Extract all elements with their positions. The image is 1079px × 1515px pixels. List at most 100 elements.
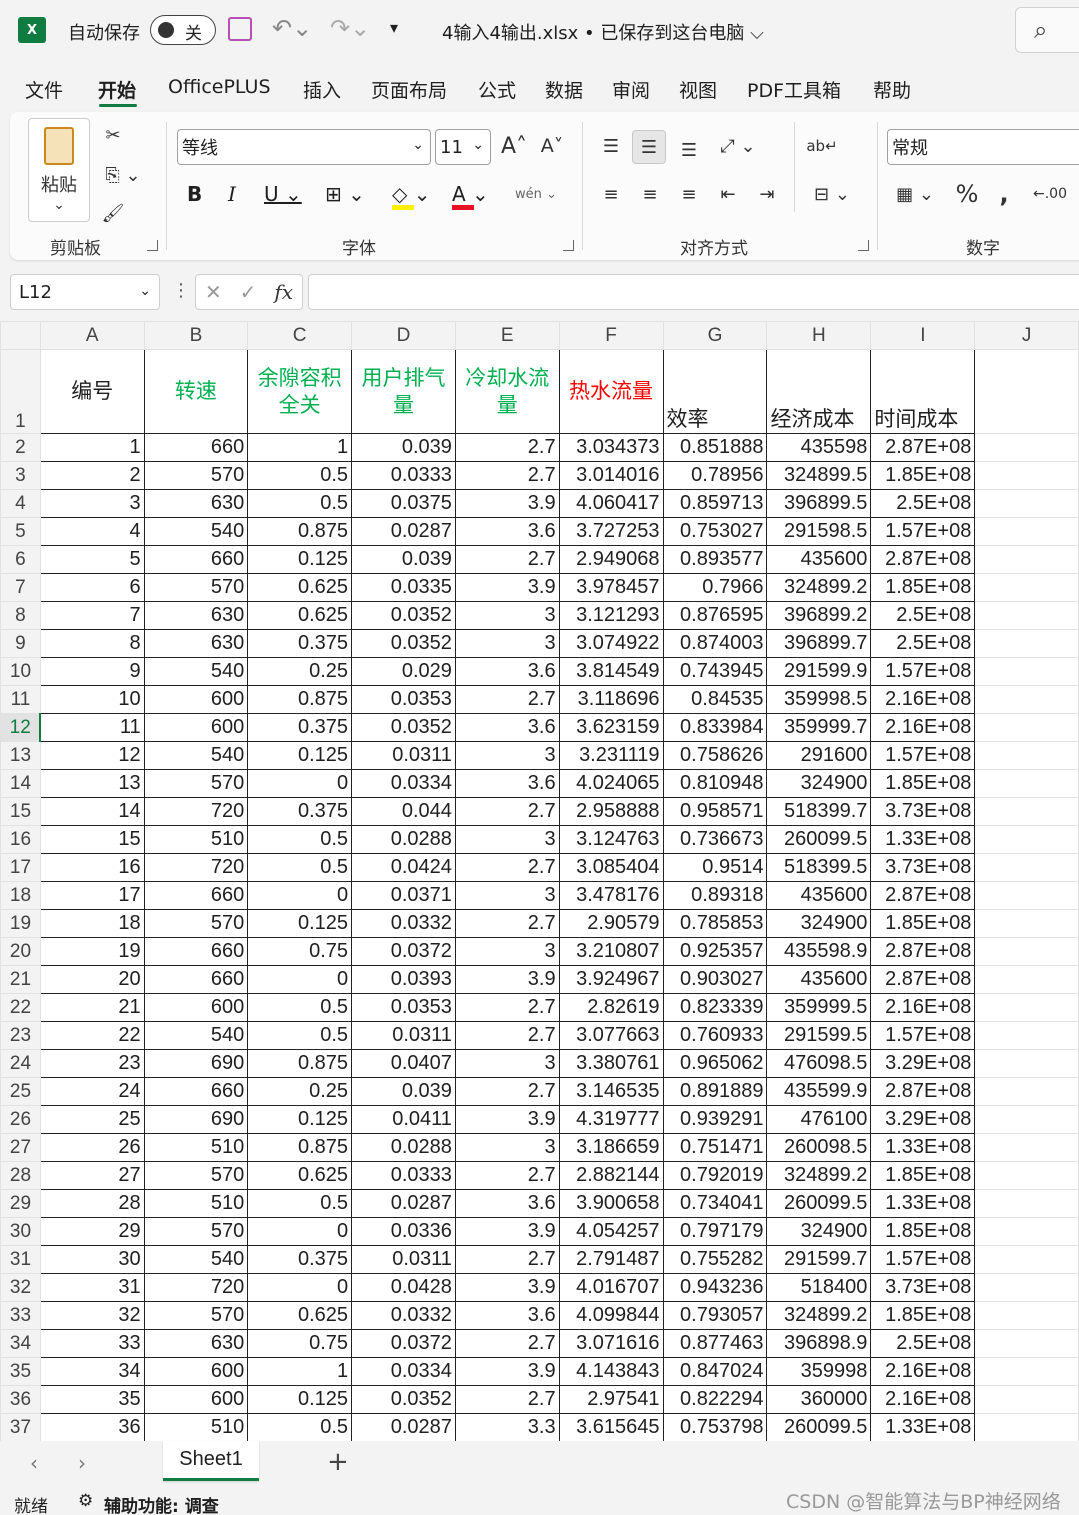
cell[interactable]: 0 (247, 1273, 353, 1302)
cell[interactable]: 291598.5 (766, 517, 872, 546)
cell[interactable]: 360000 (766, 1385, 872, 1414)
cell[interactable]: 396899.2 (766, 601, 872, 630)
cell[interactable]: 2.16E+08 (870, 1357, 976, 1386)
cell[interactable]: 600 (143, 713, 249, 742)
cell[interactable]: 20 (39, 965, 145, 994)
cell[interactable]: 0.0352 (351, 629, 456, 658)
orientation-icon[interactable]: ⤢ ⌄ (713, 130, 763, 162)
cell[interactable]: 2.7 (454, 909, 560, 938)
row-header[interactable]: 17 (0, 853, 41, 882)
cell[interactable]: 2.7 (454, 993, 560, 1022)
cell[interactable] (974, 657, 1079, 686)
cell[interactable]: 1.33E+08 (870, 1413, 976, 1441)
cell[interactable]: 570 (143, 1161, 249, 1190)
cell[interactable]: 476098.5 (766, 1049, 872, 1078)
row-header[interactable]: 27 (0, 1133, 41, 1162)
cell[interactable]: 26 (39, 1133, 145, 1162)
cell[interactable]: 4.319777 (558, 1105, 664, 1134)
cell[interactable]: 3.6 (454, 1189, 560, 1218)
cell[interactable]: 0.0287 (351, 517, 456, 546)
accessibility-status[interactable]: 辅助功能: 调查 (104, 1492, 219, 1515)
cell[interactable]: 3.814549 (558, 657, 664, 686)
accessibility-icon[interactable]: ⚙ (78, 1491, 93, 1511)
cell[interactable]: 0.7966 (662, 573, 768, 602)
row-header[interactable]: 18 (0, 881, 41, 910)
cell[interactable]: 0.029 (351, 657, 456, 686)
cell[interactable]: 3.978457 (558, 573, 664, 602)
cell[interactable] (974, 1105, 1079, 1134)
cell[interactable]: 0.797179 (662, 1217, 768, 1246)
cell[interactable] (974, 1049, 1079, 1078)
row-header[interactable]: 14 (0, 769, 41, 798)
cell[interactable]: 3.615645 (558, 1413, 664, 1441)
cell[interactable]: 291599.5 (766, 1021, 872, 1050)
row-header[interactable]: 21 (0, 965, 41, 994)
row-header[interactable]: 9 (0, 629, 41, 658)
chevron-left-icon[interactable]: ‹ (30, 1451, 38, 1475)
cell[interactable]: 3.146535 (558, 1077, 664, 1106)
cell[interactable]: 0.0371 (351, 881, 456, 910)
cell[interactable]: 15 (39, 825, 145, 854)
cell[interactable]: 630 (143, 489, 249, 518)
cell[interactable]: 3.727253 (558, 517, 664, 546)
cell[interactable]: 3 (39, 489, 145, 518)
cell[interactable]: 3.6 (454, 713, 560, 742)
cell[interactable]: 2 (39, 461, 145, 490)
cell[interactable]: 0.736673 (662, 825, 768, 854)
cell[interactable]: 4.054257 (558, 1217, 664, 1246)
cell[interactable] (974, 1273, 1079, 1302)
formula-input[interactable] (308, 274, 1079, 310)
cell[interactable]: 29 (39, 1217, 145, 1246)
cell[interactable]: 2.7 (454, 461, 560, 490)
cell[interactable]: 0.0352 (351, 1385, 456, 1414)
cell[interactable]: 0.758626 (662, 741, 768, 770)
row-header[interactable]: 1 (0, 349, 41, 434)
cell[interactable]: 32 (39, 1301, 145, 1330)
tab-insert[interactable]: 插入 (303, 76, 341, 103)
cell[interactable]: 359999.5 (766, 993, 872, 1022)
cell[interactable]: 1.85E+08 (870, 461, 976, 490)
cell[interactable]: 3.380761 (558, 1049, 664, 1078)
cell[interactable]: 2.82619 (558, 993, 664, 1022)
cell[interactable]: 0.9514 (662, 853, 768, 882)
cell[interactable]: 2.7 (454, 1329, 560, 1358)
tab-home[interactable]: 开始 (98, 76, 136, 103)
cell[interactable]: 435600 (766, 965, 872, 994)
cell[interactable] (974, 1413, 1079, 1441)
cell[interactable]: 23 (39, 1049, 145, 1078)
cell[interactable]: 2.958888 (558, 797, 664, 826)
cell[interactable]: 570 (143, 1217, 249, 1246)
cell[interactable]: 3.29E+08 (870, 1049, 976, 1078)
font-color-icon[interactable]: A ⌄ (452, 176, 502, 212)
cell[interactable]: 3 (454, 629, 560, 658)
header-cell[interactable]: 冷却水流量 (454, 349, 560, 434)
header-cell[interactable]: 时间成本 (870, 349, 976, 434)
cell[interactable]: 3.9 (454, 1273, 560, 1302)
cell[interactable]: 0.039 (351, 433, 456, 462)
cell[interactable]: 0.0375 (351, 489, 456, 518)
alignment-launcher-icon[interactable] (858, 240, 869, 251)
cell[interactable]: 570 (143, 909, 249, 938)
cell[interactable]: 0.859713 (662, 489, 768, 518)
undo-icon[interactable]: ↶⌄ (272, 14, 312, 42)
cell[interactable]: 3.73E+08 (870, 1273, 976, 1302)
row-header[interactable]: 32 (0, 1273, 41, 1302)
cell[interactable]: 34 (39, 1357, 145, 1386)
cell[interactable]: 291599.9 (766, 657, 872, 686)
cell[interactable]: 0.0353 (351, 685, 456, 714)
cell[interactable]: 12 (39, 741, 145, 770)
cell[interactable]: 1.33E+08 (870, 825, 976, 854)
cell[interactable]: 540 (143, 741, 249, 770)
cell[interactable]: 0.039 (351, 545, 456, 574)
more-icon[interactable]: ⋮ (172, 280, 190, 301)
cell[interactable]: 660 (143, 965, 249, 994)
cell[interactable] (974, 545, 1079, 574)
cell[interactable]: 13 (39, 769, 145, 798)
paste-button[interactable]: 粘贴 ⌄ (28, 118, 90, 222)
cell[interactable] (974, 825, 1079, 854)
cell[interactable] (974, 1245, 1079, 1274)
cell[interactable]: 31 (39, 1273, 145, 1302)
cell[interactable] (974, 349, 1079, 434)
cell[interactable]: 0.5 (247, 1413, 353, 1441)
cell[interactable]: 4.143843 (558, 1357, 664, 1386)
